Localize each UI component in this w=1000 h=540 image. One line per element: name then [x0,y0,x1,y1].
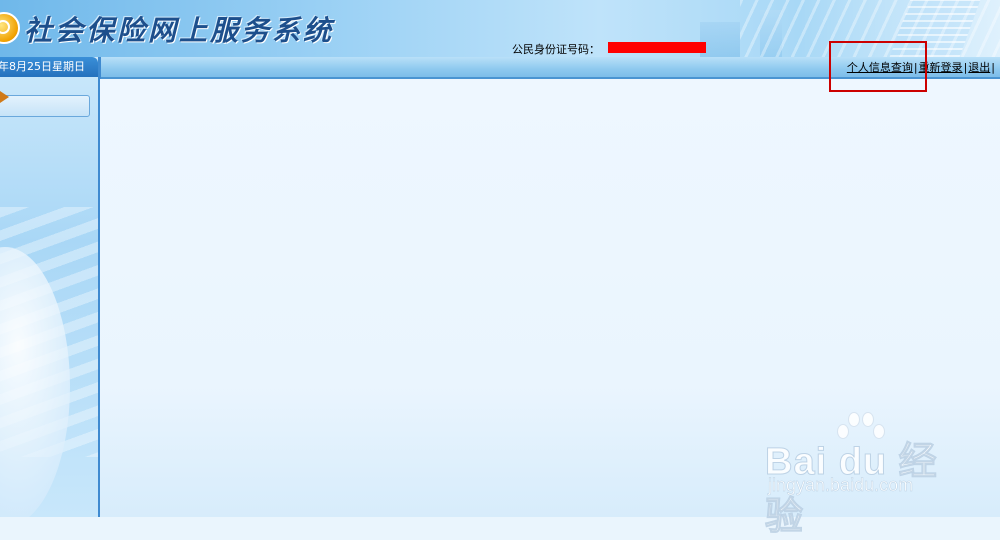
id-number-redacted [608,42,706,53]
link-separator: | [991,61,995,74]
system-logo-icon [0,12,20,44]
id-number-label: 公民身份证号码： [512,43,600,56]
logout-link[interactable]: 退出 [968,61,990,74]
arrow-icon [0,91,9,103]
baidu-watermark: Bai du 经验 jingyan.baidu.com [765,410,965,539]
sidebar-menu-item[interactable] [0,95,90,117]
watermark-url: jingyan.baidu.com [768,475,914,496]
annotation-highlight-box [829,41,927,92]
system-title: 社会保险网上服务系统 [24,14,335,47]
sidebar: 年8月25日星期日 [0,57,101,517]
banner-decoration [700,22,740,57]
current-date: 年8月25日星期日 [0,57,98,77]
